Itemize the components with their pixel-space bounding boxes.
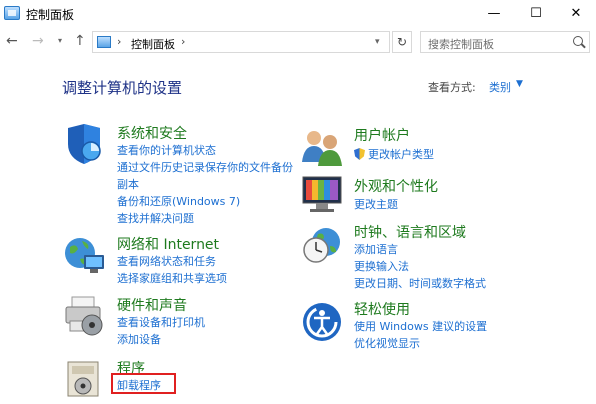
forward-button[interactable]: → (32, 33, 44, 49)
recent-locations-button[interactable]: ▾ (58, 36, 62, 45)
category-clock-region[interactable]: 时钟、语言和区域 (354, 222, 466, 242)
appearance-icon[interactable] (300, 173, 344, 217)
page-title: 调整计算机的设置 (62, 79, 183, 97)
link-add-language[interactable]: 添加语言 (354, 241, 398, 257)
search-icon[interactable] (573, 36, 583, 46)
link-backup-restore[interactable]: 备份和还原(Windows 7) (117, 193, 240, 209)
control-panel-icon (4, 6, 20, 20)
user-accounts-icon[interactable] (300, 124, 344, 168)
link-devices-printers[interactable]: 查看设备和打印机 (117, 314, 205, 330)
window-title: 控制面板 (26, 8, 75, 22)
title-bar: 控制面板 — ☐ ✕ (0, 0, 596, 26)
link-network-status[interactable]: 查看网络状态和任务 (117, 253, 216, 269)
close-button[interactable]: ✕ (556, 0, 596, 26)
search-box[interactable]: 搜索控制面板 (420, 31, 590, 53)
link-windows-recommended-settings[interactable]: 使用 Windows 建议的设置 (354, 318, 487, 334)
link-view-computer-status[interactable]: 查看你的计算机状态 (117, 142, 216, 158)
navigation-bar: ← → ▾ ↑ › 控制面板 › ▾ ↻ 搜索控制面板 (0, 28, 596, 56)
link-file-history-backup[interactable]: 通过文件历史记录保存你的文件备份 (117, 159, 293, 175)
view-by-dropdown[interactable]: 类别 (489, 79, 511, 95)
control-panel-icon (97, 36, 111, 48)
highlight-box (111, 373, 176, 394)
refresh-button[interactable]: ↻ (392, 31, 412, 53)
uac-shield-icon (354, 148, 365, 160)
link-troubleshoot[interactable]: 查找并解决问题 (117, 210, 194, 226)
up-button[interactable]: ↑ (74, 33, 86, 49)
category-user-accounts[interactable]: 用户帐户 (354, 125, 410, 145)
clock-globe-icon[interactable] (300, 222, 344, 266)
address-dropdown-button[interactable]: ▾ (375, 37, 380, 47)
printer-icon[interactable] (62, 293, 106, 337)
back-button[interactable]: ← (6, 33, 18, 49)
breadcrumb-separator[interactable]: › (117, 35, 121, 48)
breadcrumb-control-panel[interactable]: 控制面板 (131, 36, 175, 52)
chevron-down-icon[interactable]: ▼ (516, 79, 523, 89)
network-globe-icon[interactable] (62, 233, 106, 277)
category-network-internet[interactable]: 网络和 Internet (117, 234, 219, 254)
ease-of-access-icon[interactable] (300, 300, 344, 344)
link-change-theme[interactable]: 更改主题 (354, 196, 398, 212)
category-hardware-sound[interactable]: 硬件和声音 (117, 295, 187, 315)
category-system-security[interactable]: 系统和安全 (117, 123, 187, 143)
breadcrumb-separator[interactable]: › (181, 35, 185, 48)
address-bar[interactable]: › 控制面板 › ▾ (92, 31, 390, 53)
link-add-device[interactable]: 添加设备 (117, 331, 161, 347)
programs-icon[interactable] (62, 356, 106, 400)
link-file-history-copy[interactable]: 副本 (117, 176, 139, 192)
view-by-label: 查看方式: (428, 81, 476, 94)
link-change-date-time-format[interactable]: 更改日期、时间或数字格式 (354, 275, 486, 291)
category-ease-of-access[interactable]: 轻松使用 (354, 299, 410, 319)
link-optimize-visual-display[interactable]: 优化视觉显示 (354, 335, 420, 351)
category-appearance[interactable]: 外观和个性化 (354, 176, 438, 196)
minimize-button[interactable]: — (474, 0, 514, 26)
link-change-account-type-label[interactable]: 更改帐户类型 (368, 148, 434, 161)
link-change-input-method[interactable]: 更换输入法 (354, 258, 409, 274)
shield-icon[interactable] (62, 122, 106, 166)
maximize-button[interactable]: ☐ (516, 0, 556, 26)
link-change-account-type[interactable]: 更改帐户类型 (354, 146, 434, 162)
link-homegroup-sharing[interactable]: 选择家庭组和共享选项 (117, 270, 227, 286)
search-input[interactable]: 搜索控制面板 (428, 36, 494, 52)
